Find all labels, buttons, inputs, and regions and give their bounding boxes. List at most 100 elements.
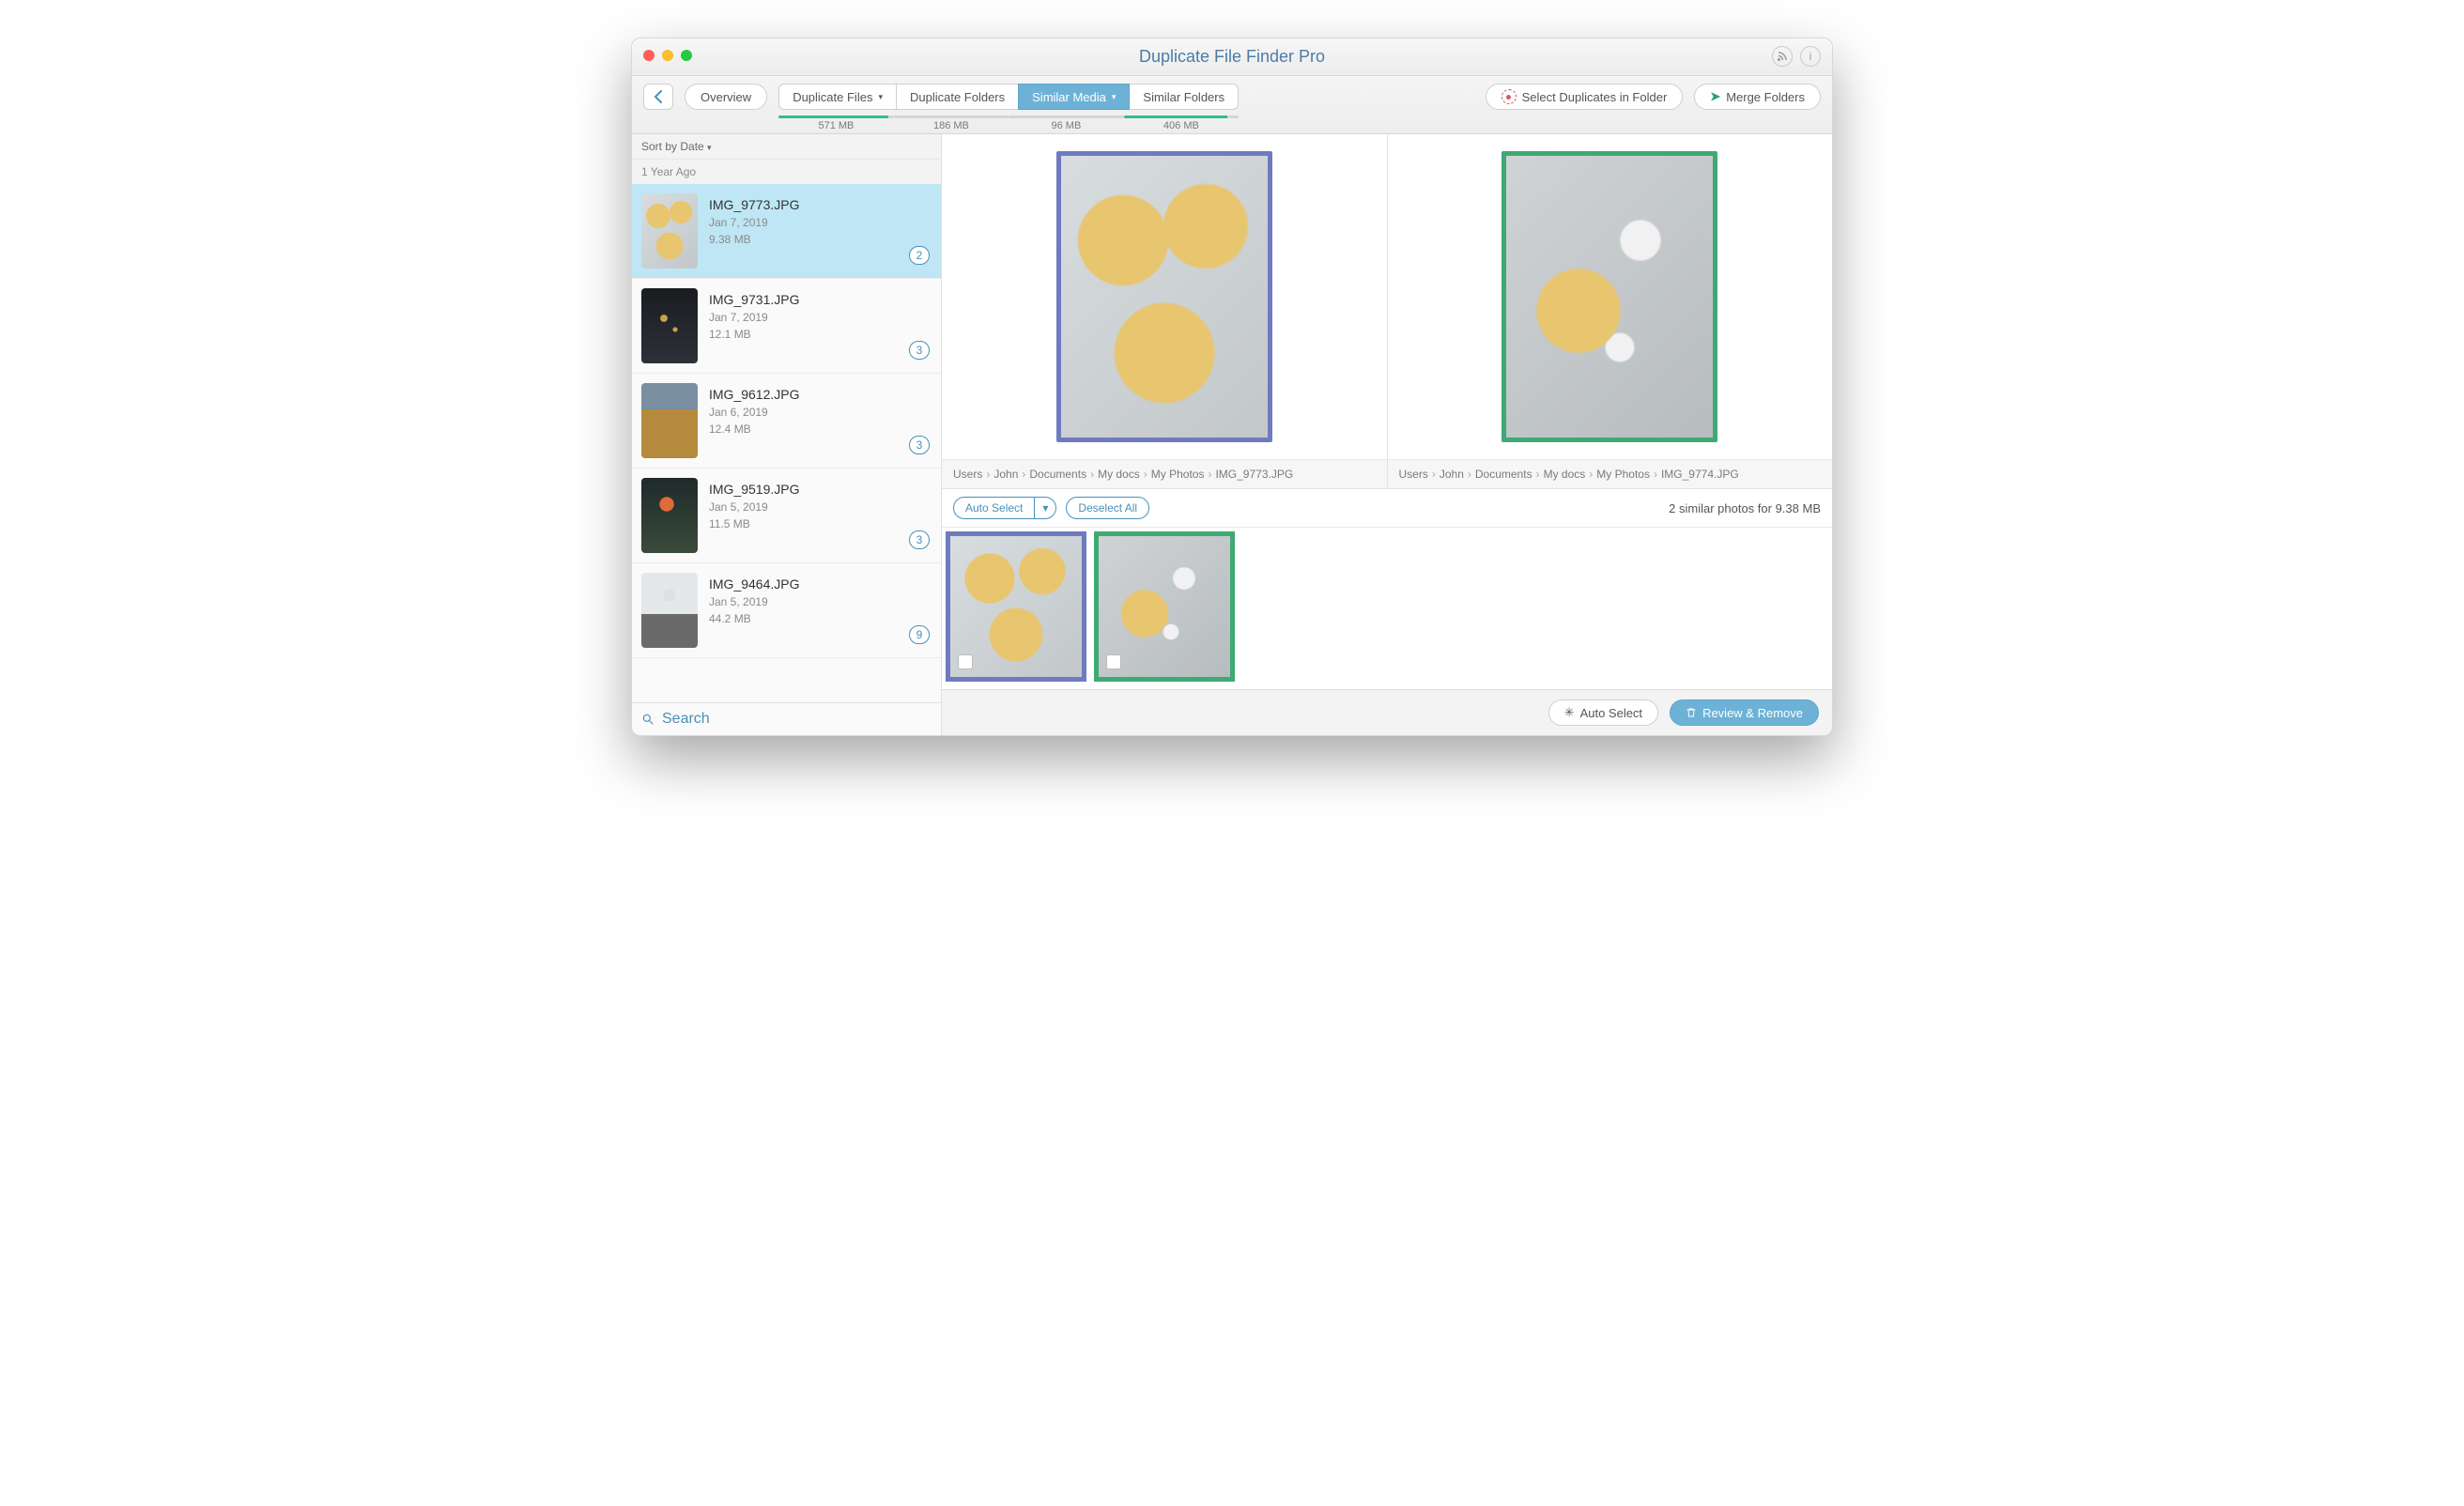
breadcrumb-segment[interactable]: Documents <box>1475 468 1532 481</box>
footer-auto-select-button[interactable]: ✳ Auto Select <box>1548 699 1658 726</box>
preview-image-left[interactable] <box>1056 151 1272 442</box>
trash-icon <box>1686 706 1697 719</box>
chevron-down-icon: ▾ <box>1112 92 1116 102</box>
list-thumbnail <box>641 383 698 458</box>
sort-dropdown[interactable]: Sort by Date ▾ <box>632 134 941 160</box>
file-date: Jan 5, 2019 <box>709 500 800 514</box>
breadcrumb-segment[interactable]: My docs <box>1544 468 1586 481</box>
minimize-icon[interactable] <box>662 50 673 61</box>
thumbnail-checkbox[interactable] <box>958 654 973 669</box>
group-header: 1 Year Ago <box>632 160 941 184</box>
chevron-right-icon: › <box>1018 468 1029 481</box>
breadcrumb-segment[interactable]: My docs <box>1098 468 1140 481</box>
file-date: Jan 7, 2019 <box>709 216 800 229</box>
target-icon <box>1502 89 1517 104</box>
search-row[interactable]: Search <box>632 702 941 735</box>
chevron-down-icon: ▾ <box>707 143 712 152</box>
overview-button[interactable]: Overview <box>685 84 767 110</box>
deselect-all-button[interactable]: Deselect All <box>1066 497 1149 519</box>
breadcrumb-segment[interactable]: IMG_9773.JPG <box>1215 468 1293 481</box>
auto-select-button[interactable]: Auto Select <box>953 497 1035 519</box>
file-list: IMG_9773.JPG Jan 7, 2019 9.38 MB 2 IMG_9731.… <box>632 184 941 702</box>
tab-size-label: 96 MB <box>1052 120 1082 131</box>
tab-duplicate-folders[interactable]: Duplicate Folders <box>896 84 1019 110</box>
back-button[interactable] <box>643 84 673 110</box>
file-name: IMG_9731.JPG <box>709 292 800 307</box>
body: Sort by Date ▾ 1 Year Ago IMG_9773.JPG Ja… <box>632 134 1832 735</box>
breadcrumb-segment[interactable]: John <box>993 468 1018 481</box>
chevron-right-icon: › <box>1086 468 1098 481</box>
info-icon[interactable]: i <box>1800 46 1821 67</box>
review-remove-label: Review & Remove <box>1702 706 1803 720</box>
thumbnail-2[interactable] <box>1094 531 1235 682</box>
chevron-right-icon: › <box>1585 468 1596 481</box>
breadcrumb-left: Users›John›Documents›My docs›My Photos›I… <box>942 459 1387 488</box>
tab-similar-folders[interactable]: Similar Folders <box>1129 84 1239 110</box>
app-window: Duplicate File Finder Pro i Overview Dup… <box>631 38 1833 736</box>
chevron-right-icon: › <box>1428 468 1440 481</box>
breadcrumb-right: Users›John›Documents›My docs›My Photos›I… <box>1388 459 1833 488</box>
preview-left: Users›John›Documents›My docs›My Photos›I… <box>942 134 1388 488</box>
select-duplicates-button[interactable]: Select Duplicates in Folder <box>1486 84 1684 110</box>
chevron-down-icon: ▾ <box>878 92 883 102</box>
review-remove-button[interactable]: Review & Remove <box>1670 699 1819 726</box>
list-item[interactable]: IMG_9731.JPG Jan 7, 2019 12.1 MB 3 <box>632 279 941 374</box>
merge-icon: ➤ <box>1710 89 1720 104</box>
file-name: IMG_9773.JPG <box>709 197 800 212</box>
maximize-icon[interactable] <box>681 50 692 61</box>
file-date: Jan 6, 2019 <box>709 406 800 419</box>
breadcrumb-segment[interactable]: My Photos <box>1151 468 1205 481</box>
chevron-right-icon: › <box>1464 468 1475 481</box>
main: Users›John›Documents›My docs›My Photos›I… <box>942 134 1832 735</box>
breadcrumb-segment[interactable]: Users <box>953 468 982 481</box>
rss-icon[interactable] <box>1772 46 1793 67</box>
breadcrumb-segment[interactable]: IMG_9774.JPG <box>1661 468 1739 481</box>
file-name: IMG_9464.JPG <box>709 576 800 592</box>
merge-folders-button[interactable]: ➤ Merge Folders <box>1694 84 1821 110</box>
merge-folders-label: Merge Folders <box>1726 90 1805 104</box>
breadcrumb-segment[interactable]: My Photos <box>1596 468 1650 481</box>
file-date: Jan 7, 2019 <box>709 311 800 324</box>
similar-summary: 2 similar photos for 9.38 MB <box>1669 501 1821 515</box>
tab-size-label: 406 MB <box>1163 120 1199 131</box>
breadcrumb-segment[interactable]: John <box>1440 468 1464 481</box>
list-thumbnail <box>641 288 698 363</box>
tab-similar-media[interactable]: Similar Media▾ <box>1018 84 1130 110</box>
sort-label: Sort by Date <box>641 140 704 153</box>
file-size: 44.2 MB <box>709 612 800 625</box>
titlebar: Duplicate File Finder Pro i <box>632 38 1832 76</box>
count-badge: 3 <box>909 436 930 454</box>
toolbar: Overview Duplicate Files▾Duplicate Folde… <box>632 76 1832 134</box>
list-item[interactable]: IMG_9519.JPGJan 5, 201911.5 MB3 <box>632 469 941 563</box>
thumbnails-row <box>942 528 1832 689</box>
auto-select-split: Auto Select ▾ <box>953 497 1056 519</box>
list-item[interactable]: IMG_9612.JPGJan 6, 201912.4 MB3 <box>632 374 941 469</box>
tab-duplicate-files[interactable]: Duplicate Files▾ <box>778 84 897 110</box>
preview-row: Users›John›Documents›My docs›My Photos›I… <box>942 134 1832 489</box>
auto-select-dropdown[interactable]: ▾ <box>1035 497 1056 519</box>
chevron-left-icon <box>654 90 663 103</box>
list-thumbnail <box>641 478 698 553</box>
file-date: Jan 5, 2019 <box>709 595 800 608</box>
thumbnail-checkbox[interactable] <box>1106 654 1121 669</box>
list-thumbnail <box>641 573 698 648</box>
chevron-right-icon: › <box>1532 468 1544 481</box>
thumbnail-1[interactable] <box>946 531 1086 682</box>
list-item[interactable]: IMG_9773.JPG Jan 7, 2019 9.38 MB 2 <box>632 184 941 279</box>
file-size: 11.5 MB <box>709 517 800 530</box>
preview-image-right[interactable] <box>1502 151 1717 442</box>
chevron-right-icon: › <box>982 468 993 481</box>
breadcrumb-segment[interactable]: Documents <box>1029 468 1086 481</box>
close-icon[interactable] <box>643 50 654 61</box>
category-tabs: Duplicate Files▾Duplicate FoldersSimilar… <box>778 84 1239 131</box>
file-size: 9.38 MB <box>709 233 800 246</box>
list-item[interactable]: IMG_9464.JPGJan 5, 201944.2 MB9 <box>632 563 941 658</box>
file-size: 12.1 MB <box>709 328 800 341</box>
select-duplicates-label: Select Duplicates in Folder <box>1522 90 1668 104</box>
chevron-right-icon: › <box>1140 468 1151 481</box>
count-badge: 3 <box>909 341 930 360</box>
footer: ✳ Auto Select Review & Remove <box>942 689 1832 735</box>
file-name: IMG_9612.JPG <box>709 387 800 402</box>
breadcrumb-segment[interactable]: Users <box>1399 468 1428 481</box>
count-badge: 2 <box>909 246 930 265</box>
